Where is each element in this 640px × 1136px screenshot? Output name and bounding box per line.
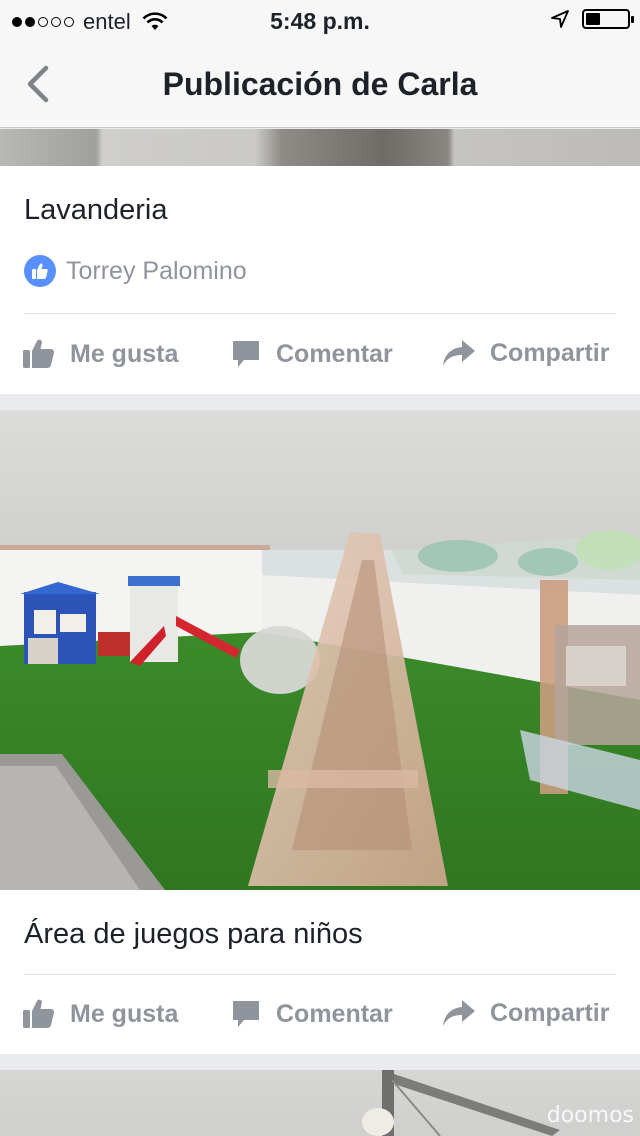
like-label: Me gusta: [70, 339, 179, 368]
page-title: Publicación de Carla: [162, 66, 478, 102]
post-title: Área de juegos para niños: [24, 918, 363, 950]
comment-button[interactable]: Comentar: [230, 998, 393, 1030]
comment-bubble-icon: [233, 341, 259, 367]
battery-icon: [582, 9, 634, 29]
battery-level: [586, 13, 600, 25]
like-button[interactable]: Me gusta: [22, 338, 178, 370]
like-button[interactable]: Me gusta: [22, 998, 178, 1030]
status-bar: entel 5:48 p.m.: [0, 0, 640, 40]
comment-label: Comentar: [276, 339, 393, 368]
feed-separator: [0, 394, 640, 410]
comment-label: Comentar: [276, 999, 393, 1028]
post-card: Área de juegos para niños Me gusta Comen…: [0, 890, 640, 1054]
share-arrow-icon: [443, 1000, 475, 1026]
post-actions: Me gusta Comentar Compartir: [0, 986, 640, 1046]
thumbs-up-icon: [23, 999, 55, 1028]
share-arrow-icon: [443, 340, 475, 366]
comment-bubble-icon: [233, 1001, 259, 1027]
watermark: doomos: [546, 1103, 634, 1128]
post-photo-playground[interactable]: [0, 410, 640, 890]
navigation-bar: Publicación de Carla: [0, 40, 640, 128]
divider: [24, 974, 616, 975]
share-label: Compartir: [490, 338, 610, 367]
post-title: Lavanderia: [24, 194, 168, 226]
likes-summary[interactable]: Torrey Palomino: [24, 255, 247, 287]
comment-button[interactable]: Comentar: [230, 338, 393, 370]
feed-separator: [0, 1054, 640, 1070]
like-label: Me gusta: [70, 999, 179, 1028]
clock: 5:48 p.m.: [270, 8, 370, 34]
post-actions: Me gusta Comentar Compartir: [0, 326, 640, 386]
liker-name: Torrey Palomino: [66, 256, 247, 285]
playground-image: [0, 410, 640, 890]
location-arrow-icon: [551, 10, 569, 28]
post-photo-next[interactable]: doomos: [0, 1070, 640, 1136]
partial-image: [362, 1070, 560, 1136]
post-card: Lavanderia Torrey Palomino Me gusta Come…: [0, 166, 640, 394]
share-button[interactable]: Compartir: [442, 338, 609, 368]
divider: [24, 313, 616, 314]
thumbs-up-icon: [23, 339, 55, 368]
post-photo-laundry[interactable]: [0, 129, 640, 166]
share-label: Compartir: [490, 998, 610, 1027]
share-button[interactable]: Compartir: [442, 998, 609, 1028]
like-badge-icon: [24, 255, 56, 287]
